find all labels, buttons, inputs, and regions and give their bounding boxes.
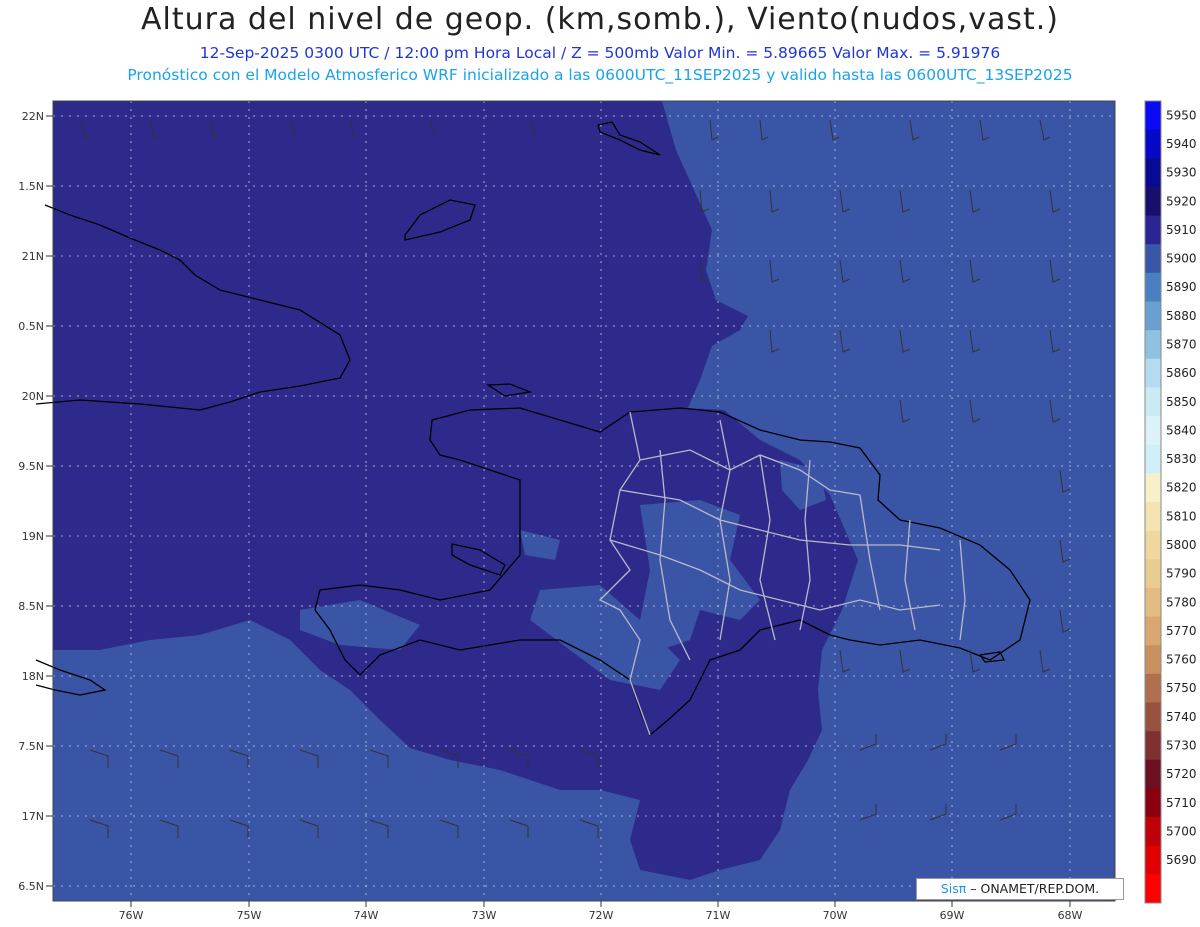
colorbar-swatch bbox=[1145, 817, 1161, 847]
colorbar-swatch bbox=[1145, 358, 1161, 388]
colorbar-level-label: 5770 bbox=[1166, 624, 1197, 638]
lat-label: 0.5N bbox=[18, 320, 44, 333]
colorbar-level-label: 5940 bbox=[1166, 137, 1197, 151]
colorbar-level-label: 5730 bbox=[1166, 738, 1197, 752]
colorbar-level-label: 5780 bbox=[1166, 595, 1197, 609]
colorbar-swatch bbox=[1145, 759, 1161, 789]
colorbar-swatch bbox=[1145, 158, 1161, 188]
lat-label: 18N bbox=[22, 670, 44, 683]
colorbar-level-label: 5720 bbox=[1166, 767, 1197, 781]
colorbar-swatch bbox=[1145, 502, 1161, 532]
lon-label: 69W bbox=[940, 909, 965, 922]
colorbar-swatch bbox=[1145, 874, 1161, 904]
colorbar-swatch bbox=[1145, 645, 1161, 675]
lat-label: 8.5N bbox=[18, 600, 44, 613]
colorbar-swatch bbox=[1145, 702, 1161, 732]
lat-label: 22N bbox=[22, 110, 44, 123]
colorbar-level-label: 5750 bbox=[1166, 681, 1197, 695]
lon-label: 76W bbox=[119, 909, 144, 922]
colorbar-swatch bbox=[1145, 587, 1161, 618]
colorbar-level-label: 5930 bbox=[1166, 166, 1197, 180]
credit-box: Sisπ – ONAMET/REP.DOM. bbox=[916, 878, 1124, 900]
colorbar-level-label: 5840 bbox=[1166, 423, 1197, 437]
lon-label: 70W bbox=[823, 909, 848, 922]
colorbar-swatch bbox=[1145, 129, 1161, 159]
colorbar-level-label: 5900 bbox=[1166, 252, 1197, 266]
colorbar-level-label: 5860 bbox=[1166, 366, 1197, 380]
lat-label: 17N bbox=[22, 810, 44, 823]
longitude-axis: 76W 75W 74W 73W 72W 71W 70W 69W 68W bbox=[119, 901, 1083, 922]
colorbar-swatch bbox=[1145, 731, 1161, 761]
colorbar-level-label: 5710 bbox=[1166, 796, 1197, 810]
colorbar-swatch bbox=[1145, 530, 1161, 560]
colorbar-level-label: 5760 bbox=[1166, 653, 1197, 667]
lat-label: 9.5N bbox=[18, 460, 44, 473]
credit-text: – ONAMET/REP.DOM. bbox=[966, 881, 1100, 896]
color-legend-bar: 5950 5940 5930 5920 5910 5900 5890 5880 5870 5860… bbox=[1144, 100, 1197, 904]
colorbar-level-label: 5870 bbox=[1166, 337, 1197, 351]
colorbar-level-label: 5700 bbox=[1166, 824, 1197, 838]
colorbar-swatch bbox=[1145, 559, 1161, 589]
colorbar-swatch bbox=[1145, 215, 1161, 245]
lat-label: 21N bbox=[22, 250, 44, 263]
lon-label: 68W bbox=[1058, 909, 1083, 922]
lon-label: 74W bbox=[354, 909, 379, 922]
colorbar-swatch bbox=[1145, 387, 1161, 417]
lat-label: 1.5N bbox=[18, 180, 44, 193]
lon-label: 73W bbox=[472, 909, 497, 922]
colorbar-swatch bbox=[1145, 416, 1161, 446]
lat-label: 7.5N bbox=[18, 740, 44, 753]
colorbar-level-label: 5820 bbox=[1166, 481, 1197, 495]
colorbar-level-label: 5920 bbox=[1166, 194, 1197, 208]
colorbar-level-label: 5790 bbox=[1166, 567, 1197, 581]
lat-label: 6.5N bbox=[18, 880, 44, 893]
colorbar-level-label: 5830 bbox=[1166, 452, 1197, 466]
colorbar-swatch bbox=[1145, 330, 1161, 360]
colorbar-swatch bbox=[1145, 244, 1161, 274]
colorbar-level-label: 5850 bbox=[1166, 395, 1197, 409]
colorbar-swatch bbox=[1145, 673, 1161, 703]
colorbar-level-label: 5950 bbox=[1166, 108, 1197, 122]
credit-brand: Sisπ bbox=[940, 881, 967, 896]
colorbar-level-label: 5880 bbox=[1166, 309, 1197, 323]
lat-label: 19N bbox=[22, 530, 44, 543]
lon-label: 71W bbox=[706, 909, 731, 922]
lat-label: 20N bbox=[22, 390, 44, 403]
latitude-axis: 22N 1.5N 21N 0.5N 20N 9.5N 19N 8.5N 18N … bbox=[18, 110, 53, 893]
colorbar-swatch bbox=[1145, 845, 1161, 875]
colorbar-swatch bbox=[1145, 473, 1161, 503]
colorbar-level-label: 5910 bbox=[1166, 223, 1197, 237]
colorbar-swatch bbox=[1145, 101, 1161, 131]
colorbar-level-label: 5800 bbox=[1166, 538, 1197, 552]
colorbar-level-label: 5810 bbox=[1166, 509, 1197, 523]
colorbar-swatch bbox=[1145, 616, 1161, 646]
colorbar-swatch bbox=[1145, 788, 1161, 818]
colorbar-swatch bbox=[1145, 186, 1161, 217]
colorbar-swatch bbox=[1145, 301, 1161, 331]
colorbar-swatch bbox=[1145, 444, 1161, 474]
colorbar-level-label: 5690 bbox=[1166, 853, 1197, 867]
lon-label: 72W bbox=[589, 909, 614, 922]
weather-map: 22N 1.5N 21N 0.5N 20N 9.5N 19N 8.5N 18N … bbox=[18, 100, 1197, 922]
colorbar-level-label: 5890 bbox=[1166, 280, 1197, 294]
colorbar-level-label: 5740 bbox=[1166, 710, 1197, 724]
lon-label: 75W bbox=[237, 909, 262, 922]
colorbar-swatch bbox=[1145, 272, 1161, 302]
